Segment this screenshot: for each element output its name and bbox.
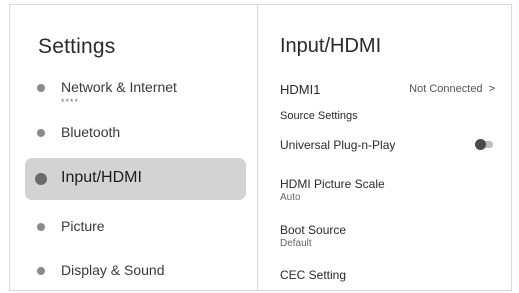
plug-n-play-label: Universal Plug-n-Play [280,138,396,152]
sidebar-item-label: Bluetooth [61,124,121,140]
chevron-right-icon: > [488,83,495,95]
sidebar-item-label: Picture [61,218,105,234]
hdmi1-status: Not Connected > [409,83,495,95]
sidebar-item-label: Network & Internet [61,79,177,95]
toggle-knob [475,139,486,150]
input-icon [35,173,47,185]
sidebar-item-label: Display & Sound [61,262,165,278]
source-settings-label: Source Settings [280,110,358,122]
input-hdmi-panel: Input/HDMI HDMI1 Not Connected > Source S… [258,5,511,290]
panel-title: Input/HDMI [280,35,382,57]
picture-scale-label: HDMI Picture Scale [280,177,385,191]
boot-source-row[interactable]: Boot Source Default [280,223,499,249]
sidebar-item-picture[interactable]: Picture [25,206,246,248]
sidebar-item-label: Input/HDMI [61,169,142,186]
picture-icon [37,223,45,231]
picture-scale-value: Auto [280,192,301,203]
sidebar-item-display-sound[interactable]: Display & Sound [25,250,246,292]
source-settings-header: Source Settings [280,110,499,122]
settings-sidebar: Settings Network & Internet **** Bluetoo… [10,5,258,290]
bluetooth-icon [37,129,45,137]
cec-setting-row[interactable]: CEC Setting [280,268,499,282]
boot-source-value: Default [280,238,312,249]
sidebar-item-input-hdmi[interactable]: Input/HDMI [25,158,246,200]
plug-n-play-toggle[interactable] [475,139,493,150]
settings-window: Settings Network & Internet **** Bluetoo… [9,4,512,291]
sidebar-title: Settings [38,35,116,58]
display-sound-icon [37,267,45,275]
hdmi1-row[interactable]: HDMI1 Not Connected > [280,82,499,97]
sidebar-item-bluetooth[interactable]: Bluetooth [25,112,246,154]
plug-n-play-row[interactable]: Universal Plug-n-Play [280,138,499,152]
cec-setting-label: CEC Setting [280,268,347,282]
network-status-masked: **** [61,97,80,107]
picture-scale-row[interactable]: HDMI Picture Scale Auto [280,177,499,203]
boot-source-label: Boot Source [280,223,347,237]
sidebar-item-network[interactable]: Network & Internet **** [25,67,246,109]
hdmi1-status-text: Not Connected [409,83,483,95]
network-icon [37,84,45,92]
